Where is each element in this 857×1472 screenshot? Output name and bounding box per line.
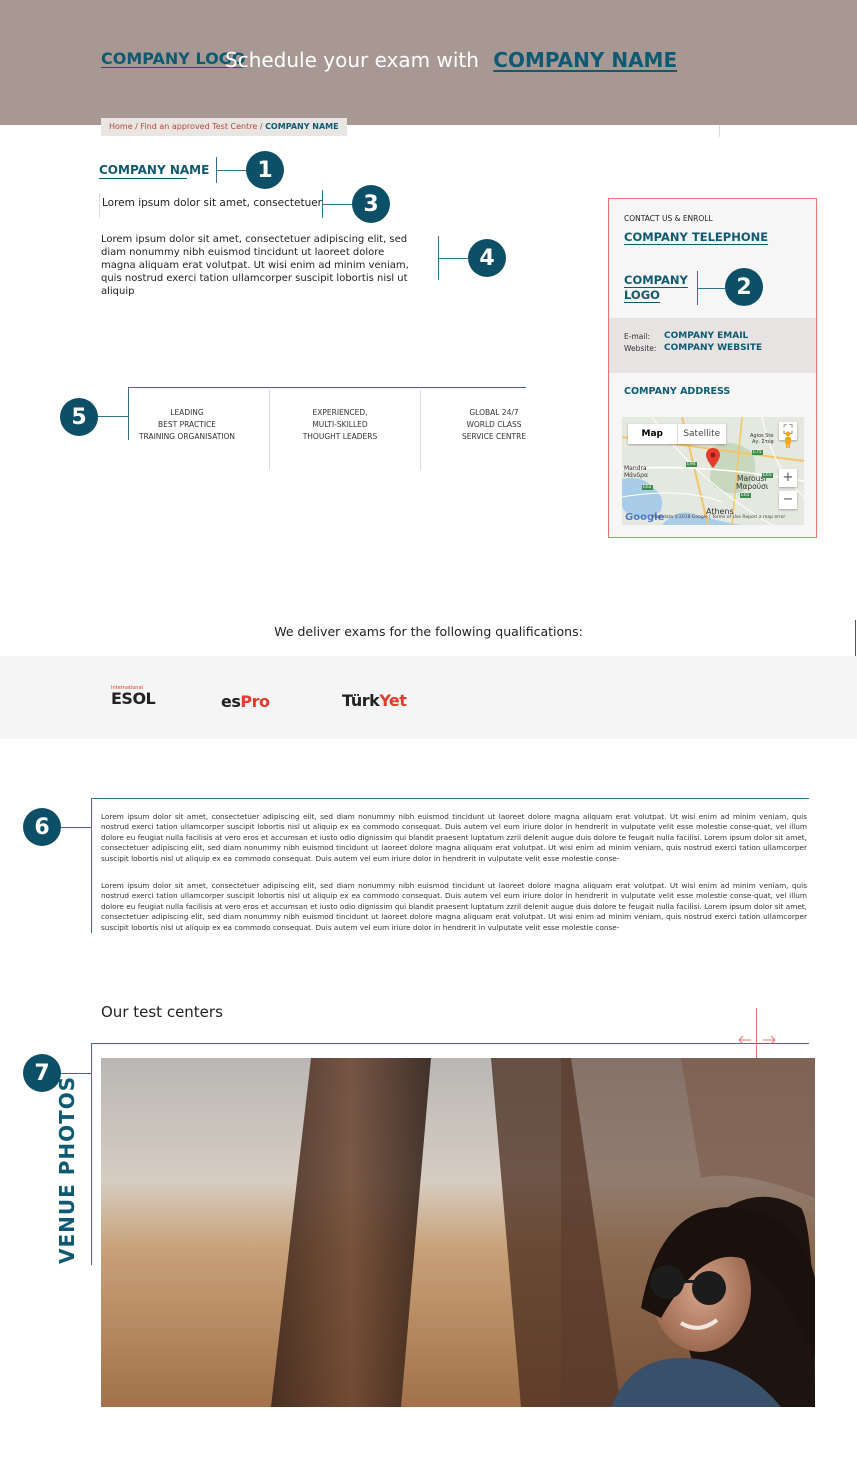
- annotation-line: [216, 170, 246, 171]
- header-logo-text: COMPANY LOGO: [101, 49, 246, 68]
- map-road-label: E65: [762, 473, 773, 478]
- map-road-label: E62: [642, 485, 653, 490]
- feature-line: EXPERIENCED,: [312, 408, 368, 417]
- map-type-toggle: Map Satellite: [628, 424, 726, 444]
- map-attribution[interactable]: Map data ©2018 Google | Terms of Use Rep…: [652, 515, 785, 520]
- feature-item: LEADING BEST PRACTICE TRAINING ORGANISAT…: [112, 407, 262, 443]
- divider: [99, 193, 100, 218]
- annotation-line: [91, 798, 809, 799]
- company-description: Lorem ipsum dolor sit amet, consectetuer…: [101, 234, 409, 297]
- espro-logo-prefix: es: [221, 692, 241, 711]
- map-road-label: E94: [686, 462, 697, 467]
- annotation-line: [756, 1008, 757, 1058]
- feature-item: GLOBAL 24/7 WORLD CLASS SERVICE CENTRE: [419, 407, 569, 443]
- contact-details-band: E-mail: COMPANY EMAIL Website: COMPANY W…: [609, 318, 816, 373]
- marker-badge-5: 5: [60, 398, 98, 436]
- contact-logo[interactable]: COMPANY LOGO: [624, 273, 694, 303]
- map-place-label: Mandra: [624, 465, 647, 472]
- venue-photo[interactable]: [101, 1058, 815, 1407]
- feature-line: BEST PRACTICE: [157, 420, 217, 429]
- turkyet-logo-suffix: Yet: [379, 691, 407, 710]
- breadcrumb-find-centre[interactable]: Find an approved Test Centre: [140, 122, 257, 131]
- feature-item: EXPERIENCED, MULTI-SKILLED THOUGHT LEADE…: [265, 407, 415, 443]
- annotation-line: [61, 827, 91, 828]
- annotation-line: [322, 204, 352, 205]
- esol-logo-main: ESOL: [111, 689, 156, 708]
- turkyet-logo[interactable]: TürkYet: [342, 691, 407, 710]
- feature-line: LEADING: [170, 408, 204, 417]
- map-road-label: E75: [752, 450, 763, 455]
- map-place-label: Μαρούσι: [736, 482, 769, 491]
- marker-badge-4: 4: [468, 239, 506, 277]
- feature-line: TRAINING ORGANISATION: [138, 432, 236, 441]
- email-link[interactable]: COMPANY EMAIL: [664, 331, 748, 341]
- venue-photo-image: [101, 1058, 815, 1407]
- annotation-line: [91, 1043, 92, 1265]
- feature-line: SERVICE CENTRE: [461, 432, 527, 441]
- map-place-label: Αγ. Στέφ: [752, 439, 774, 445]
- marker-badge-3: 3: [352, 185, 390, 223]
- annotation-line: [128, 387, 526, 388]
- map-type-satellite-button[interactable]: Satellite: [676, 424, 727, 444]
- breadcrumb-current: COMPANY NAME: [265, 122, 339, 131]
- feature-line: MULTI-SKILLED: [312, 420, 368, 429]
- breadcrumb: Home / Find an approved Test Centre / CO…: [101, 118, 347, 136]
- street-view-pegman-icon[interactable]: [783, 431, 793, 449]
- test-centers-heading: Our test centers: [101, 1003, 223, 1021]
- header-company-link[interactable]: COMPANY NAME: [493, 48, 677, 72]
- header-title: Schedule your exam with COMPANY NAME: [225, 48, 677, 72]
- contact-heading: CONTACT US & ENROLL: [624, 214, 713, 223]
- map-type-map-button[interactable]: Map: [628, 424, 677, 444]
- page-header: COMPANY LOGO Schedule your exam with COM…: [0, 0, 857, 125]
- esol-logo[interactable]: International ESOL: [111, 685, 156, 708]
- annotation-line: [91, 1043, 809, 1044]
- marker-badge-1: 1: [246, 151, 284, 189]
- body-paragraph: Lorem ipsum dolor sit amet, consectetuer…: [101, 812, 807, 863]
- marker-badge-2: 2: [725, 268, 763, 306]
- venue-photos-label: VENUE PHOTOS: [55, 1075, 79, 1264]
- map-pin-icon[interactable]: [706, 448, 720, 468]
- annotation-line: [697, 288, 725, 289]
- divider: [719, 125, 720, 137]
- website-link[interactable]: COMPANY WEBSITE: [664, 343, 762, 353]
- espro-logo-suffix: Pro: [240, 692, 270, 711]
- breadcrumb-separator: /: [135, 122, 138, 131]
- header-title-text: Schedule your exam with: [225, 48, 479, 72]
- zoom-out-button[interactable]: −: [779, 491, 797, 509]
- map-widget[interactable]: Map Satellite ⛶ + − Mandra Μάνδρα Marous…: [622, 417, 804, 525]
- company-name-underline: [99, 178, 187, 179]
- breadcrumb-home[interactable]: Home: [109, 122, 133, 131]
- annotation-line: [91, 798, 92, 933]
- zoom-in-button[interactable]: +: [779, 469, 797, 487]
- contact-address: COMPANY ADDRESS: [624, 386, 731, 397]
- breadcrumb-separator: /: [259, 122, 263, 131]
- contact-telephone-link[interactable]: COMPANY TELEPHONE: [624, 230, 768, 244]
- turkyet-logo-prefix: Türk: [342, 691, 380, 710]
- feature-line: THOUGHT LEADERS: [302, 432, 378, 441]
- qualifications-heading: We deliver exams for the following quali…: [274, 624, 583, 639]
- map-place-label: Μάνδρα: [624, 472, 648, 479]
- contact-panel: CONTACT US & ENROLL COMPANY TELEPHONE CO…: [608, 198, 817, 538]
- resize-arrows-icon: [738, 1035, 776, 1045]
- marker-badge-6: 6: [23, 808, 61, 846]
- feature-line: WORLD CLASS: [466, 420, 522, 429]
- body-paragraph: Lorem ipsum dolor sit amet, consectetuer…: [101, 881, 807, 932]
- header-logo[interactable]: COMPANY LOGO: [101, 48, 245, 69]
- map-road-label: E65: [740, 493, 751, 498]
- website-label: Website:: [624, 344, 657, 353]
- email-label: E-mail:: [624, 332, 651, 341]
- annotation-line: [61, 1073, 91, 1074]
- qualifications-band: International ESOL esPro TürkYet: [0, 656, 857, 739]
- feature-line: GLOBAL 24/7: [469, 408, 519, 417]
- espro-logo[interactable]: esPro: [221, 692, 270, 711]
- tagline: Lorem ipsum dolor sit amet, consectetuer: [102, 197, 322, 209]
- company-name: COMPANY NAME: [99, 163, 210, 177]
- annotation-line: [438, 258, 468, 259]
